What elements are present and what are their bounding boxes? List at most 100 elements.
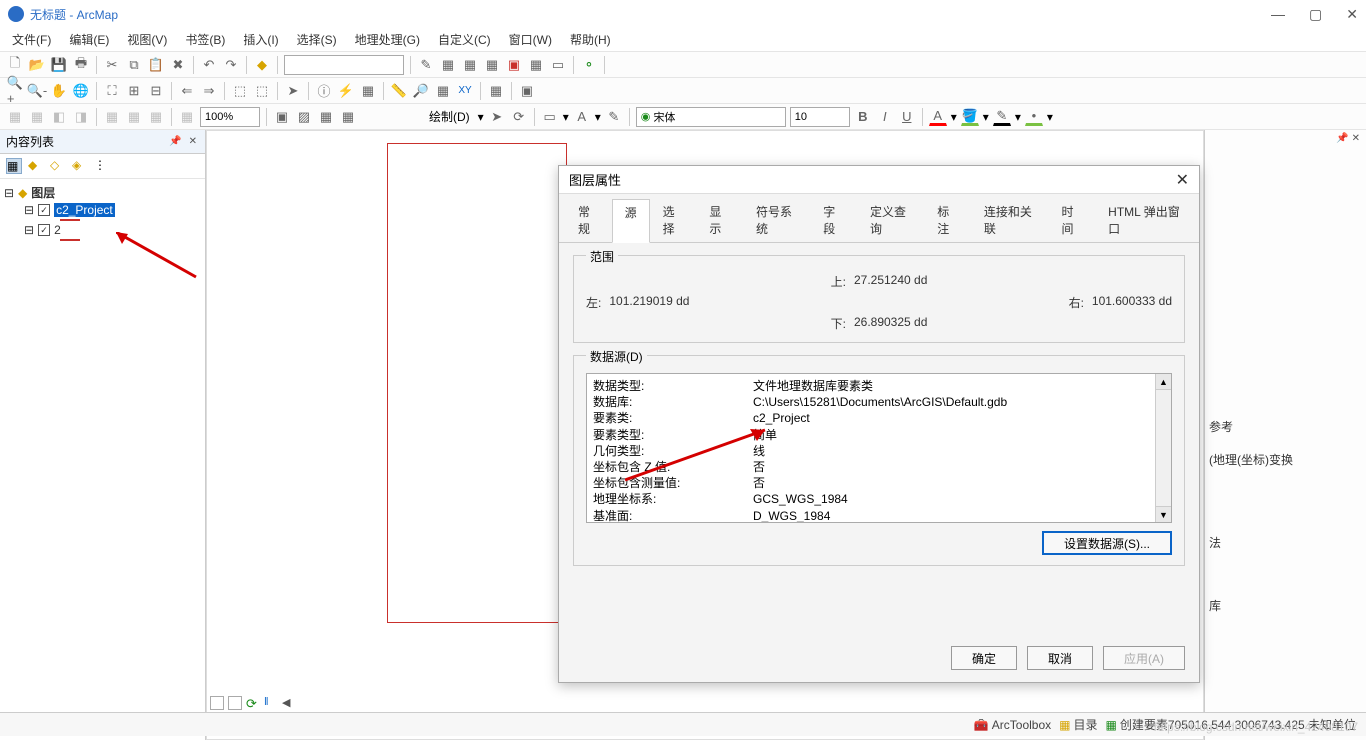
tool3-icon[interactable]: ▦ [483, 56, 501, 74]
undo-icon[interactable]: ↶ [200, 56, 218, 74]
fontsize-combo[interactable]: 10 [790, 107, 850, 127]
cut-icon[interactable]: ✂ [103, 56, 121, 74]
toc-select-icon[interactable]: ◈ [72, 158, 88, 174]
dialog-close-icon[interactable]: ✕ [1176, 170, 1189, 190]
font-combo[interactable]: ◉ 宋体 [636, 107, 786, 127]
toc-options-icon[interactable]: ⋮ [94, 158, 110, 174]
forward-icon[interactable]: ⇒ [200, 82, 218, 100]
tab-time[interactable]: 时间 [1049, 198, 1096, 242]
window-icon[interactable]: ▭ [549, 56, 567, 74]
time-icon[interactable]: ▦ [487, 82, 505, 100]
right-item-4[interactable]: 库 [1205, 589, 1362, 622]
menu-select[interactable]: 选择(S) [297, 31, 337, 48]
menu-view[interactable]: 视图(V) [127, 31, 167, 48]
toc-visible-icon[interactable]: ◇ [50, 158, 66, 174]
menu-window[interactable]: 窗口(W) [509, 31, 552, 48]
new-icon[interactable]: 🗋 [6, 56, 24, 74]
catalog-tab[interactable]: ▦目录 [1059, 716, 1097, 733]
percent-combo[interactable]: 100% [200, 107, 260, 127]
clear-icon[interactable]: ⬚ [253, 82, 271, 100]
tree-layer-2[interactable]: ⊟ ✓ 2 [4, 222, 201, 238]
fixedzoomout-icon[interactable]: ⊟ [147, 82, 165, 100]
tool-b-icon[interactable]: ▨ [295, 108, 313, 126]
minimize-button[interactable]: — [1271, 6, 1285, 23]
bold-icon[interactable]: B [854, 108, 872, 126]
set-datasource-button[interactable]: 设置数据源(S)... [1042, 531, 1172, 555]
tree-layer-1[interactable]: ⊟ ✓ c2_Project [4, 202, 201, 218]
add-data-icon[interactable]: ◆ [253, 56, 271, 74]
pin-close-icon[interactable]: 📌 ✕ [169, 136, 199, 147]
draw-rotate-icon[interactable]: ⟳ [510, 108, 528, 126]
tool-d-icon[interactable]: ▦ [339, 108, 357, 126]
menu-geoprocessing[interactable]: 地理处理(G) [355, 31, 420, 48]
draw-pointer-icon[interactable]: ➤ [488, 108, 506, 126]
tab-symbology[interactable]: 符号系统 [743, 198, 810, 242]
menu-bookmark[interactable]: 书签(B) [185, 31, 225, 48]
tab-labels[interactable]: 标注 [924, 198, 971, 242]
right-item-2[interactable]: (地理(坐标)变换 [1205, 443, 1362, 476]
layout-view-icon[interactable] [228, 696, 242, 710]
tool-a-icon[interactable]: ▣ [273, 108, 291, 126]
layer2-checkbox[interactable]: ✓ [38, 224, 50, 236]
search-icon[interactable]: ▦ [527, 56, 545, 74]
tab-source[interactable]: 源 [612, 199, 650, 243]
scroll-up-icon[interactable]: ▲ [1156, 374, 1171, 390]
draw-rect-icon[interactable]: ▭ [541, 108, 559, 126]
create-feature-tab[interactable]: ▦创建要素 [1106, 716, 1168, 733]
tool-c-icon[interactable]: ▦ [317, 108, 335, 126]
tab-selection[interactable]: 选择 [650, 198, 697, 242]
close-button[interactable]: ✕ [1346, 6, 1358, 23]
maximize-button[interactable]: ▢ [1309, 6, 1322, 23]
tree-root[interactable]: ⊟ ◆ 图层 [4, 183, 201, 202]
tab-defquery[interactable]: 定义查询 [857, 198, 924, 242]
back-icon[interactable]: ⇐ [178, 82, 196, 100]
tab-general[interactable]: 常规 [565, 198, 612, 242]
underline-icon[interactable]: U [898, 108, 916, 126]
right-item-3[interactable]: 法 [1205, 526, 1362, 559]
redo-icon[interactable]: ↷ [222, 56, 240, 74]
catalog-icon[interactable]: ▣ [505, 56, 523, 74]
print-icon[interactable]: 🖶 [72, 56, 90, 74]
tab-joins[interactable]: 连接和关联 [971, 198, 1049, 242]
copy-icon[interactable]: ⧉ [125, 56, 143, 74]
ok-button[interactable]: 确定 [951, 646, 1017, 670]
select-icon[interactable]: ⬚ [231, 82, 249, 100]
tool-icon[interactable]: ▦ [439, 56, 457, 74]
save-icon[interactable]: 💾 [50, 56, 68, 74]
identify-icon[interactable]: ⓘ [315, 82, 333, 100]
viewer-icon[interactable]: ▣ [518, 82, 536, 100]
data-view-icon[interactable] [210, 696, 224, 710]
network-icon[interactable]: ⚬ [580, 56, 598, 74]
zoomout-icon[interactable]: 🔍- [28, 82, 46, 100]
linecolor-icon[interactable]: ✎ [993, 108, 1011, 126]
menu-file[interactable]: 文件(F) [12, 31, 51, 48]
open-icon[interactable]: 📂 [28, 56, 46, 74]
draw-edit-icon[interactable]: ✎ [605, 108, 623, 126]
arctoolbox-tab[interactable]: 🧰ArcToolbox [974, 718, 1051, 732]
html-icon[interactable]: ▦ [359, 82, 377, 100]
tab-display[interactable]: 显示 [696, 198, 743, 242]
findroute-icon[interactable]: ▦ [434, 82, 452, 100]
menu-customize[interactable]: 自定义(C) [438, 31, 491, 48]
measure-icon[interactable]: 📏 [390, 82, 408, 100]
fixedzoomin-icon[interactable]: ⊞ [125, 82, 143, 100]
editor-icon[interactable]: ✎ [417, 56, 435, 74]
toc-source-icon[interactable]: ◆ [28, 158, 44, 174]
fontcolor-icon[interactable]: A [929, 108, 947, 126]
find-icon[interactable]: 🔎 [412, 82, 430, 100]
pan-icon[interactable]: ✋ [50, 82, 68, 100]
pause-icon[interactable]: ‖ [264, 696, 278, 710]
paste-icon[interactable]: 📋 [147, 56, 165, 74]
italic-icon[interactable]: I [876, 108, 894, 126]
zoomin-icon[interactable]: 🔍+ [6, 82, 24, 100]
globe-icon[interactable]: 🌐 [72, 82, 90, 100]
fillcolor-icon[interactable]: 🪣 [961, 108, 979, 126]
scroll-down-icon[interactable]: ▼ [1156, 506, 1171, 522]
menu-help[interactable]: 帮助(H) [570, 31, 611, 48]
markercolor-icon[interactable]: • [1025, 108, 1043, 126]
draw-label[interactable]: 绘制(D) [425, 108, 474, 125]
scale-combo[interactable] [284, 55, 404, 75]
menu-edit[interactable]: 编辑(E) [69, 31, 109, 48]
right-item-1[interactable]: 参考 [1205, 410, 1362, 443]
menu-insert[interactable]: 插入(I) [243, 31, 278, 48]
